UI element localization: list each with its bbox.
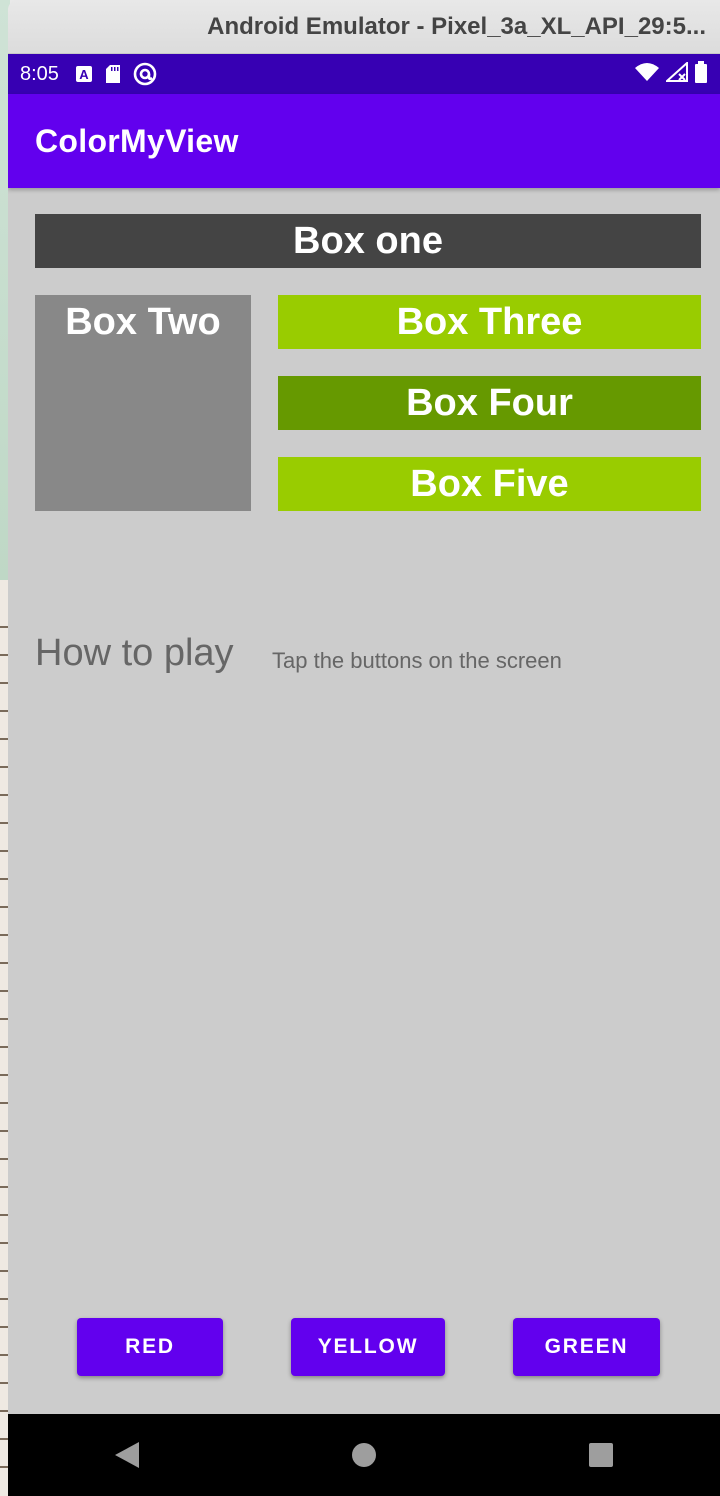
app-bar: ColorMyView [8,94,720,188]
app-title: ColorMyView [35,122,239,159]
box-five-label: Box Five [410,462,569,505]
window-title: Android Emulator - Pixel_3a_XL_API_29:5.… [207,12,706,40]
box-one-label: Box one [293,219,443,262]
box-four-label: Box Four [406,381,573,424]
yellow-button[interactable]: YELLOW [291,1318,445,1376]
battery-icon [694,60,708,88]
signal-icon [664,60,688,87]
box-five[interactable]: Box Five [278,457,701,511]
box-three[interactable]: Box Three [278,295,701,349]
text-a-icon: A [75,65,93,83]
how-to-play-title: How to play [35,632,234,674]
emulator-window: Android Emulator - Pixel_3a_XL_API_29:5.… [8,0,720,1496]
box-two[interactable]: Box Two [35,295,251,511]
wifi-icon [634,62,660,87]
back-icon[interactable] [87,1425,167,1485]
how-to-play-text: Tap the buttons on the screen [272,648,562,673]
box-four[interactable]: Box Four [278,376,701,430]
home-icon[interactable] [324,1425,404,1485]
window-titlebar[interactable]: Android Emulator - Pixel_3a_XL_API_29:5.… [8,0,720,54]
navigation-bar [8,1414,720,1496]
recents-icon[interactable] [561,1425,641,1485]
box-three-label: Box Three [396,300,583,343]
status-bar: 8:05 A [8,54,720,94]
box-two-label: Box Two [65,301,221,343]
status-time: 8:05 [20,62,59,85]
svg-text:A: A [79,67,89,82]
box-one[interactable]: Box one [35,214,701,268]
at-icon [133,62,157,86]
sd-card-icon [105,64,121,84]
green-button[interactable]: GREEN [513,1318,660,1376]
red-button[interactable]: RED [77,1318,223,1376]
device-screen: 8:05 A ColorMyView Box one Box Two Box T… [8,54,720,1496]
status-right-icons [634,60,708,88]
